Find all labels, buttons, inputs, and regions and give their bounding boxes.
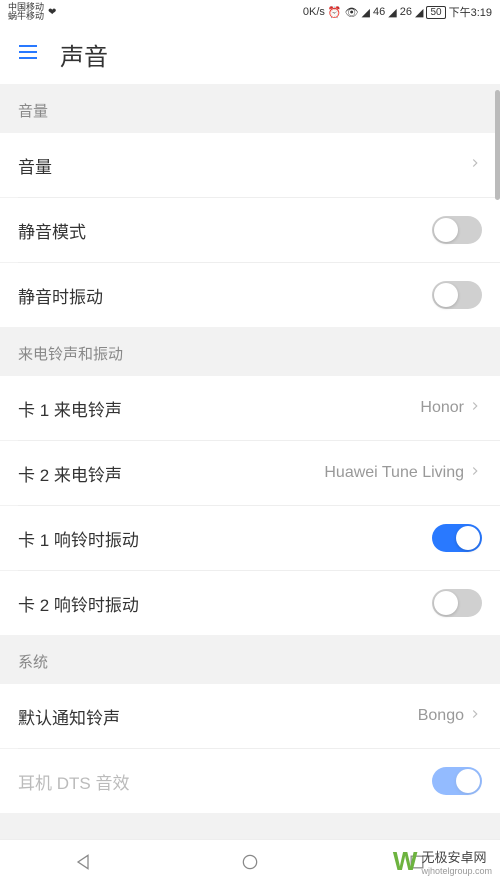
carrier-2: 蜗牛移动 bbox=[8, 12, 44, 21]
nav-home-icon[interactable] bbox=[240, 852, 260, 877]
sim2-vibrate-label: 卡 2 响铃时振动 bbox=[18, 591, 432, 616]
wifi-icon: ◢ bbox=[362, 6, 370, 19]
signal-icon-1: ◢ bbox=[388, 6, 396, 19]
row-sim2-vibrate: 卡 2 响铃时振动 bbox=[0, 571, 500, 635]
eye-icon: 👁 bbox=[345, 6, 359, 19]
network-speed: 0K/s bbox=[303, 6, 325, 18]
clock: 下午3:19 bbox=[449, 4, 492, 20]
page-title: 声音 bbox=[60, 37, 108, 72]
row-silent-mode: 静音模式 bbox=[0, 198, 500, 262]
watermark-logo-icon: W bbox=[393, 846, 418, 877]
battery-level: 50 bbox=[426, 6, 445, 19]
sim1-vibrate-toggle[interactable] bbox=[432, 524, 482, 552]
row-default-notification[interactable]: 默认通知铃声 Bongo bbox=[0, 684, 500, 748]
app-header: 声音 bbox=[0, 24, 500, 84]
watermark-brand: 无极安卓网 bbox=[421, 847, 492, 866]
sim2-ringtone-label: 卡 2 来电铃声 bbox=[18, 461, 324, 486]
sim1-vibrate-label: 卡 1 响铃时振动 bbox=[18, 526, 432, 551]
silent-mode-label: 静音模式 bbox=[18, 218, 432, 243]
nav-back-icon[interactable] bbox=[73, 852, 93, 877]
default-notification-label: 默认通知铃声 bbox=[18, 704, 418, 729]
carrier-labels: 中国移动 蜗牛移动 bbox=[8, 3, 44, 21]
signal-icon-2: ◢ bbox=[415, 6, 423, 19]
chevron-right-icon bbox=[468, 155, 482, 175]
watermark-url: wjhotelgroup.com bbox=[421, 866, 492, 876]
default-notification-value: Bongo bbox=[418, 707, 464, 725]
sim2-vibrate-toggle[interactable] bbox=[432, 589, 482, 617]
alarm-icon: ⏰ bbox=[328, 6, 342, 19]
watermark: W 无极安卓网 wjhotelgroup.com bbox=[393, 846, 492, 877]
sig-type: 26 bbox=[400, 6, 412, 18]
section-system: 系统 bbox=[0, 635, 500, 684]
heart-icon: ❤ bbox=[48, 7, 56, 18]
dts-label: 耳机 DTS 音效 bbox=[18, 769, 432, 794]
row-sim1-ringtone[interactable]: 卡 1 来电铃声 Honor bbox=[0, 376, 500, 440]
chevron-right-icon bbox=[468, 706, 482, 726]
row-sim2-ringtone[interactable]: 卡 2 来电铃声 Huawei Tune Living bbox=[0, 441, 500, 505]
status-bar: 中国移动 蜗牛移动 ❤ 0K/s ⏰ 👁 ◢ 46 ◢ 26 ◢ 50 下午3:… bbox=[0, 0, 500, 24]
row-sim1-vibrate: 卡 1 响铃时振动 bbox=[0, 506, 500, 570]
section-ringtone: 来电铃声和振动 bbox=[0, 327, 500, 376]
sim1-ringtone-label: 卡 1 来电铃声 bbox=[18, 396, 420, 421]
row-volume[interactable]: 音量 bbox=[0, 133, 500, 197]
chevron-right-icon bbox=[468, 398, 482, 418]
vibrate-silent-toggle[interactable] bbox=[432, 281, 482, 309]
net-type: 46 bbox=[373, 6, 385, 18]
silent-mode-toggle[interactable] bbox=[432, 216, 482, 244]
section-volume: 音量 bbox=[0, 84, 500, 133]
volume-label: 音量 bbox=[18, 153, 468, 178]
menu-icon[interactable] bbox=[16, 40, 40, 69]
scrollbar[interactable] bbox=[495, 90, 500, 200]
status-right: 0K/s ⏰ 👁 ◢ 46 ◢ 26 ◢ 50 下午3:19 bbox=[303, 4, 492, 20]
vibrate-silent-label: 静音时振动 bbox=[18, 283, 432, 308]
row-dts: 耳机 DTS 音效 bbox=[0, 749, 500, 813]
sim1-ringtone-value: Honor bbox=[420, 399, 464, 417]
dts-toggle bbox=[432, 767, 482, 795]
row-vibrate-silent: 静音时振动 bbox=[0, 263, 500, 327]
sim2-ringtone-value: Huawei Tune Living bbox=[324, 464, 464, 482]
chevron-right-icon bbox=[468, 463, 482, 483]
